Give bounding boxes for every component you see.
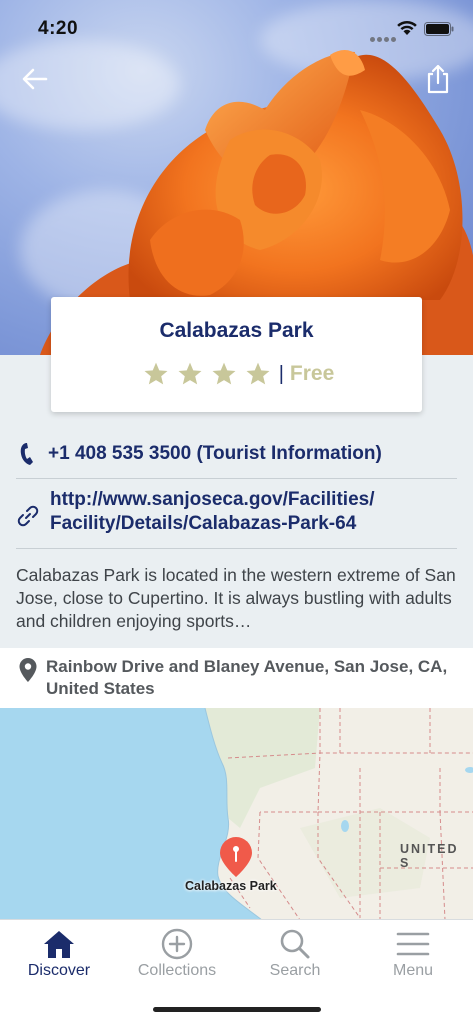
share-icon[interactable] xyxy=(424,62,452,96)
signal-dots-icon xyxy=(370,29,398,47)
price-label: Free xyxy=(289,362,335,385)
rating-separator: | xyxy=(278,362,284,385)
back-arrow-icon[interactable] xyxy=(18,62,52,96)
tab-collections-label: Collections xyxy=(137,962,217,979)
star-icon xyxy=(178,362,202,385)
hamburger-icon xyxy=(396,932,430,956)
star-icon xyxy=(144,362,168,385)
star-icon xyxy=(246,362,270,385)
website-link-line2: Facility/Details/Calabazas-Park-64 xyxy=(50,513,357,534)
website-link-line1: http://www.sanjoseca.gov/Facilities/ xyxy=(50,489,375,510)
status-time: 4:20 xyxy=(38,18,79,39)
tab-menu-label: Menu xyxy=(392,962,434,979)
home-indicator[interactable] xyxy=(153,1007,321,1012)
battery-icon xyxy=(424,22,454,36)
phone-row[interactable]: +1 408 535 3500 (Tourist Information) xyxy=(16,438,457,479)
title-card: Calabazas Park | Free xyxy=(51,297,422,412)
tab-menu[interactable]: Menu xyxy=(354,920,472,990)
tab-discover[interactable]: Discover xyxy=(0,920,118,990)
location-pin-icon xyxy=(19,658,37,682)
search-icon xyxy=(280,929,310,959)
plus-circle-icon xyxy=(161,928,193,960)
phone-icon xyxy=(20,443,33,465)
tab-search[interactable]: Search xyxy=(236,920,354,990)
website-row[interactable]: http://www.sanjoseca.gov/Facilities/ Fac… xyxy=(16,478,457,549)
tab-search-label: Search xyxy=(269,962,321,979)
place-title: Calabazas Park xyxy=(159,319,314,342)
home-icon xyxy=(44,931,74,958)
status-bar: 4:20 xyxy=(0,0,473,56)
place-description[interactable]: Calabazas Park is located in the western… xyxy=(16,564,457,633)
address-text: Rainbow Drive and Blaney Avenue, San Jos… xyxy=(46,656,466,700)
website-link[interactable]: http://www.sanjoseca.gov/Facilities/ Fac… xyxy=(50,488,450,536)
map-marker-label: Calabazas Park xyxy=(185,879,277,893)
address-line2: United States xyxy=(46,679,155,698)
tab-discover-label: Discover xyxy=(27,962,91,979)
address-line1: Rainbow Drive and Blaney Avenue, San Jos… xyxy=(46,657,448,676)
wifi-icon xyxy=(397,20,417,35)
address-row[interactable]: Rainbow Drive and Blaney Avenue, San Jos… xyxy=(0,648,473,708)
link-icon xyxy=(17,505,39,527)
map-view[interactable]: UNITED S Calabazas Park xyxy=(0,708,473,920)
phone-number[interactable]: +1 408 535 3500 (Tourist Information) xyxy=(48,443,382,465)
rating-row: | Free xyxy=(51,361,422,387)
star-icon xyxy=(212,362,236,385)
map-marker-icon[interactable] xyxy=(218,835,254,879)
tab-collections[interactable]: Collections xyxy=(118,920,236,990)
map-region-label: UNITED S xyxy=(400,842,459,870)
